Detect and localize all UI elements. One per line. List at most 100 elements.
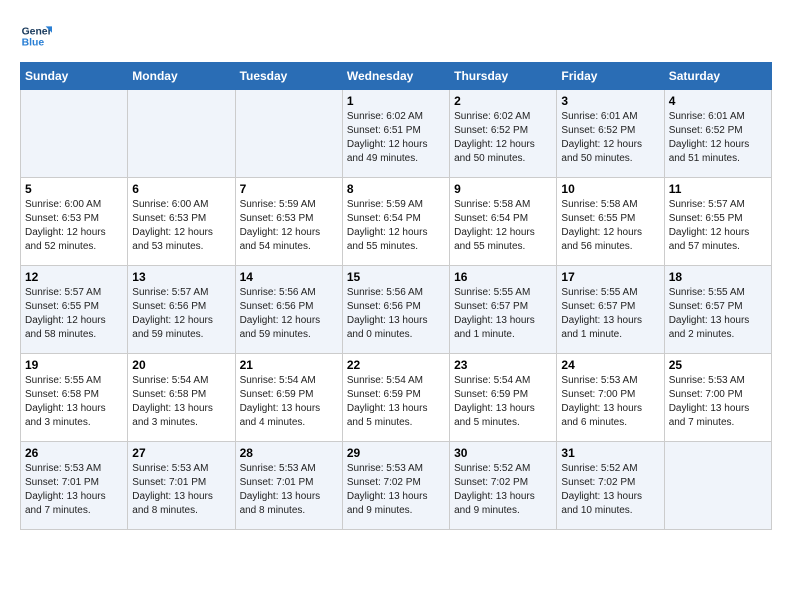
day-number: 11: [669, 182, 767, 196]
day-info: Sunrise: 6:02 AM Sunset: 6:51 PM Dayligh…: [347, 110, 445, 166]
day-info: Sunrise: 5:58 AM Sunset: 6:55 PM Dayligh…: [561, 198, 659, 254]
day-number: 30: [454, 446, 552, 460]
day-info: Sunrise: 5:52 AM Sunset: 7:02 PM Dayligh…: [561, 462, 659, 518]
day-number: 8: [347, 182, 445, 196]
day-cell: 19 Sunrise: 5:55 AM Sunset: 6:58 PM Dayli…: [21, 354, 128, 442]
day-number: 29: [347, 446, 445, 460]
day-info: Sunrise: 5:59 AM Sunset: 6:53 PM Dayligh…: [240, 198, 338, 254]
logo: General Blue: [20, 20, 56, 52]
day-cell: 25 Sunrise: 5:53 AM Sunset: 7:00 PM Dayli…: [664, 354, 771, 442]
day-number: 17: [561, 270, 659, 284]
day-cell: 15 Sunrise: 5:56 AM Sunset: 6:56 PM Dayli…: [342, 266, 449, 354]
day-cell: 22 Sunrise: 5:54 AM Sunset: 6:59 PM Dayli…: [342, 354, 449, 442]
day-number: 2: [454, 94, 552, 108]
day-info: Sunrise: 5:57 AM Sunset: 6:56 PM Dayligh…: [132, 286, 230, 342]
day-info: Sunrise: 5:53 AM Sunset: 7:02 PM Dayligh…: [347, 462, 445, 518]
col-header-thursday: Thursday: [450, 63, 557, 90]
day-cell: 11 Sunrise: 5:57 AM Sunset: 6:55 PM Dayli…: [664, 178, 771, 266]
logo-icon: General Blue: [20, 20, 52, 52]
week-row-2: 5 Sunrise: 6:00 AM Sunset: 6:53 PM Daylig…: [21, 178, 772, 266]
day-number: 14: [240, 270, 338, 284]
day-number: 9: [454, 182, 552, 196]
day-info: Sunrise: 5:53 AM Sunset: 7:01 PM Dayligh…: [25, 462, 123, 518]
day-number: 23: [454, 358, 552, 372]
week-row-5: 26 Sunrise: 5:53 AM Sunset: 7:01 PM Dayli…: [21, 442, 772, 530]
day-cell: 2 Sunrise: 6:02 AM Sunset: 6:52 PM Daylig…: [450, 90, 557, 178]
day-number: 16: [454, 270, 552, 284]
day-number: 5: [25, 182, 123, 196]
day-cell: 1 Sunrise: 6:02 AM Sunset: 6:51 PM Daylig…: [342, 90, 449, 178]
day-number: 6: [132, 182, 230, 196]
day-cell: 9Sunrise: 5:58 AM Sunset: 6:54 PM Daylig…: [450, 178, 557, 266]
day-number: 3: [561, 94, 659, 108]
day-info: Sunrise: 5:57 AM Sunset: 6:55 PM Dayligh…: [669, 198, 767, 254]
day-info: Sunrise: 5:54 AM Sunset: 6:59 PM Dayligh…: [454, 374, 552, 430]
day-cell: 14 Sunrise: 5:56 AM Sunset: 6:56 PM Dayli…: [235, 266, 342, 354]
day-number: 7: [240, 182, 338, 196]
day-cell: [128, 90, 235, 178]
day-info: Sunrise: 5:53 AM Sunset: 7:00 PM Dayligh…: [669, 374, 767, 430]
day-number: 19: [25, 358, 123, 372]
day-cell: 31 Sunrise: 5:52 AM Sunset: 7:02 PM Dayli…: [557, 442, 664, 530]
day-info: Sunrise: 5:55 AM Sunset: 6:58 PM Dayligh…: [25, 374, 123, 430]
header: General Blue: [20, 20, 772, 52]
day-info: Sunrise: 6:01 AM Sunset: 6:52 PM Dayligh…: [561, 110, 659, 166]
day-info: Sunrise: 5:53 AM Sunset: 7:00 PM Dayligh…: [561, 374, 659, 430]
day-cell: 29 Sunrise: 5:53 AM Sunset: 7:02 PM Dayli…: [342, 442, 449, 530]
day-number: 15: [347, 270, 445, 284]
day-number: 18: [669, 270, 767, 284]
col-header-sunday: Sunday: [21, 63, 128, 90]
svg-text:Blue: Blue: [22, 38, 45, 49]
day-cell: 17Sunrise: 5:55 AM Sunset: 6:57 PM Dayli…: [557, 266, 664, 354]
day-number: 31: [561, 446, 659, 460]
col-header-tuesday: Tuesday: [235, 63, 342, 90]
day-number: 20: [132, 358, 230, 372]
day-info: Sunrise: 5:53 AM Sunset: 7:01 PM Dayligh…: [240, 462, 338, 518]
day-info: Sunrise: 5:52 AM Sunset: 7:02 PM Dayligh…: [454, 462, 552, 518]
day-cell: [21, 90, 128, 178]
day-cell: 30 Sunrise: 5:52 AM Sunset: 7:02 PM Dayli…: [450, 442, 557, 530]
week-row-4: 19 Sunrise: 5:55 AM Sunset: 6:58 PM Dayli…: [21, 354, 772, 442]
day-number: 28: [240, 446, 338, 460]
day-number: 27: [132, 446, 230, 460]
day-info: Sunrise: 5:54 AM Sunset: 6:59 PM Dayligh…: [240, 374, 338, 430]
day-cell: 28 Sunrise: 5:53 AM Sunset: 7:01 PM Dayli…: [235, 442, 342, 530]
day-info: Sunrise: 6:00 AM Sunset: 6:53 PM Dayligh…: [132, 198, 230, 254]
week-row-1: 1 Sunrise: 6:02 AM Sunset: 6:51 PM Daylig…: [21, 90, 772, 178]
day-info: Sunrise: 6:02 AM Sunset: 6:52 PM Dayligh…: [454, 110, 552, 166]
day-cell: 13 Sunrise: 5:57 AM Sunset: 6:56 PM Dayli…: [128, 266, 235, 354]
day-cell: 5Sunrise: 6:00 AM Sunset: 6:53 PM Daylig…: [21, 178, 128, 266]
day-cell: [664, 442, 771, 530]
day-info: Sunrise: 5:55 AM Sunset: 6:57 PM Dayligh…: [669, 286, 767, 342]
day-number: 13: [132, 270, 230, 284]
day-info: Sunrise: 5:57 AM Sunset: 6:55 PM Dayligh…: [25, 286, 123, 342]
day-number: 10: [561, 182, 659, 196]
day-cell: 23 Sunrise: 5:54 AM Sunset: 6:59 PM Dayli…: [450, 354, 557, 442]
day-info: Sunrise: 5:54 AM Sunset: 6:58 PM Dayligh…: [132, 374, 230, 430]
day-cell: 27 Sunrise: 5:53 AM Sunset: 7:01 PM Dayli…: [128, 442, 235, 530]
day-cell: 10 Sunrise: 5:58 AM Sunset: 6:55 PM Dayli…: [557, 178, 664, 266]
day-cell: 18 Sunrise: 5:55 AM Sunset: 6:57 PM Dayli…: [664, 266, 771, 354]
day-number: 22: [347, 358, 445, 372]
day-cell: [235, 90, 342, 178]
day-cell: 6 Sunrise: 6:00 AM Sunset: 6:53 PM Daylig…: [128, 178, 235, 266]
day-number: 4: [669, 94, 767, 108]
day-number: 25: [669, 358, 767, 372]
day-cell: 12 Sunrise: 5:57 AM Sunset: 6:55 PM Dayli…: [21, 266, 128, 354]
header-row: SundayMondayTuesdayWednesdayThursdayFrid…: [21, 63, 772, 90]
day-cell: 24Sunrise: 5:53 AM Sunset: 7:00 PM Dayli…: [557, 354, 664, 442]
day-info: Sunrise: 5:56 AM Sunset: 6:56 PM Dayligh…: [347, 286, 445, 342]
day-cell: 26 Sunrise: 5:53 AM Sunset: 7:01 PM Dayli…: [21, 442, 128, 530]
day-info: Sunrise: 5:56 AM Sunset: 6:56 PM Dayligh…: [240, 286, 338, 342]
day-info: Sunrise: 5:54 AM Sunset: 6:59 PM Dayligh…: [347, 374, 445, 430]
day-info: Sunrise: 6:01 AM Sunset: 6:52 PM Dayligh…: [669, 110, 767, 166]
day-number: 1: [347, 94, 445, 108]
col-header-wednesday: Wednesday: [342, 63, 449, 90]
day-cell: 16 Sunrise: 5:55 AM Sunset: 6:57 PM Dayli…: [450, 266, 557, 354]
col-header-friday: Friday: [557, 63, 664, 90]
day-info: Sunrise: 5:55 AM Sunset: 6:57 PM Dayligh…: [454, 286, 552, 342]
day-number: 26: [25, 446, 123, 460]
day-number: 12: [25, 270, 123, 284]
day-info: Sunrise: 5:53 AM Sunset: 7:01 PM Dayligh…: [132, 462, 230, 518]
day-cell: 3 Sunrise: 6:01 AM Sunset: 6:52 PM Daylig…: [557, 90, 664, 178]
